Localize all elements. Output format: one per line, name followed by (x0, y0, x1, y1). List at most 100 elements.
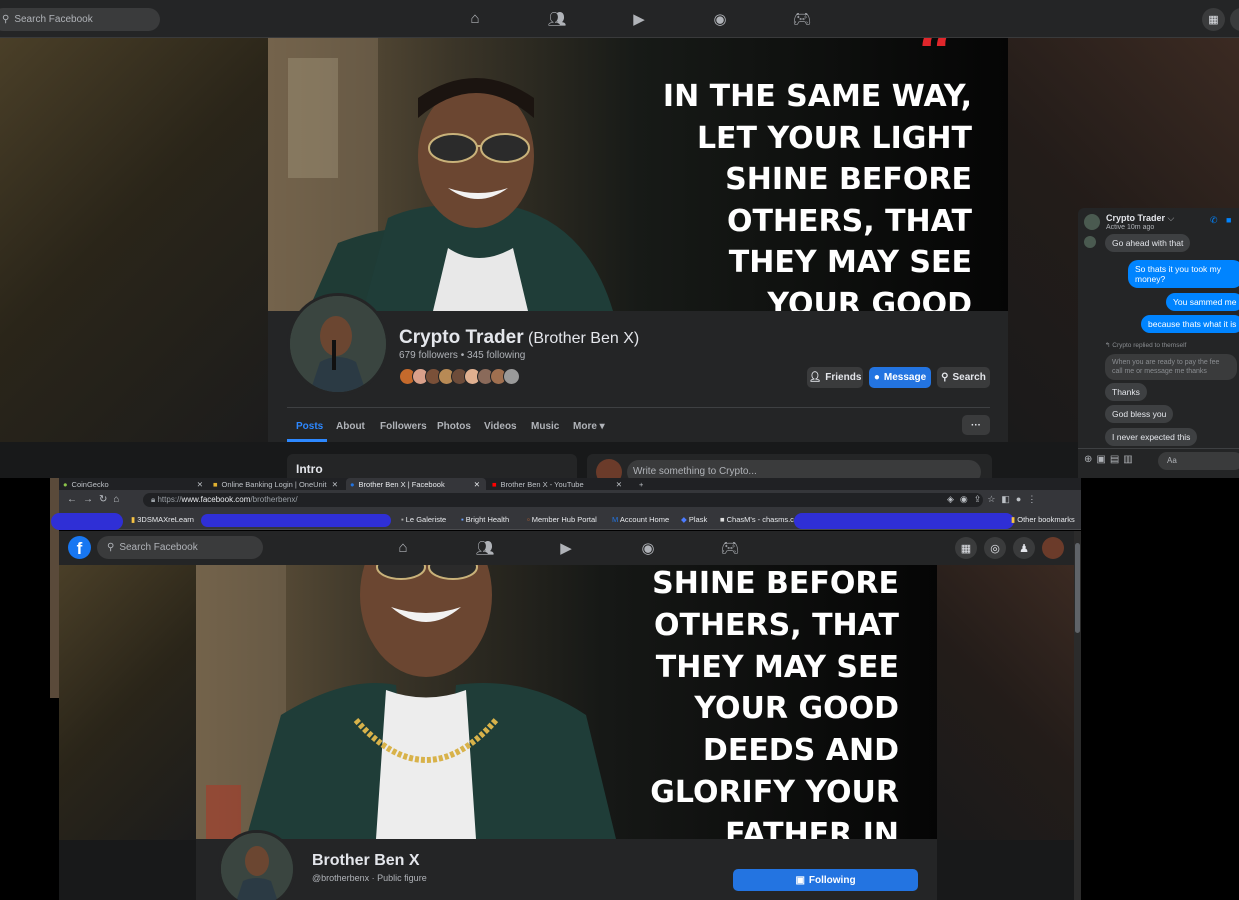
cover-photo[interactable]: “ IN THE SAME WAY, LET YOUR LIGHT SHINE … (268, 38, 1008, 311)
tab-photos[interactable]: Photos (437, 421, 471, 432)
close-icon[interactable]: ✕ (616, 480, 622, 489)
bookmark-label: ChasM's - chasms.c (726, 515, 794, 524)
tab-videos[interactable]: Videos (484, 421, 517, 432)
facebook-logo-icon[interactable]: f (68, 536, 91, 559)
chrome-icon[interactable]: ◉ (960, 494, 974, 504)
extension-icon[interactable]: ◈ (947, 494, 960, 504)
bookmark-item[interactable]: M Account Home (612, 515, 669, 524)
bookmark-item[interactable]: ■ ChasM's - chasms.c (720, 515, 794, 524)
close-icon[interactable]: ✕ (474, 480, 480, 489)
friend-avatar[interactable] (503, 368, 520, 385)
gaming-icon[interactable]: 🎮︎ (715, 539, 745, 557)
home-icon[interactable]: ⌂ (460, 10, 490, 27)
quote-line: THEY MAY SEE (655, 649, 899, 685)
chat-contact-name-text: Crypto Trader (1106, 213, 1166, 223)
bookmark-item[interactable]: ▪ Bright Health (461, 515, 509, 524)
notifications-icon[interactable]: ♟ (1013, 537, 1035, 559)
tab-music[interactable]: Music (531, 421, 559, 432)
composer-input[interactable]: Write something to Crypto... (627, 460, 981, 478)
friend-avatars[interactable] (399, 368, 520, 385)
quote-line: YOUR GOOD (694, 691, 899, 727)
address-bar[interactable]: 🔒︎ https://www.facebook.com/brotherbenx/ (143, 493, 983, 507)
groups-icon[interactable]: ◉ (705, 10, 735, 28)
tab-posts[interactable]: Posts (296, 421, 323, 432)
bookmark-item[interactable]: ▮ 3DSMAXreLearn (131, 515, 194, 524)
search-input[interactable]: Search Facebook (119, 542, 197, 553)
bookmark-item[interactable]: ▫ Member Hub Portal (527, 515, 597, 524)
kebab-menu-icon[interactable]: ⋮ (1027, 494, 1042, 504)
search-input[interactable]: Search Facebook (14, 14, 92, 25)
close-icon[interactable]: ✕ (332, 480, 338, 489)
url-host: www.facebook.com (181, 495, 251, 504)
star-icon[interactable]: ☆ (987, 494, 1001, 504)
browser-tab-active[interactable]: ● Brother Ben X | Facebook ✕ (346, 478, 486, 490)
bookmark-label: Other bookmarks (1017, 515, 1075, 524)
following-button[interactable]: ▣ Following (733, 869, 918, 891)
profile-icon[interactable]: ● (1016, 494, 1027, 504)
back-icon[interactable]: ← (67, 494, 83, 505)
tab-followers[interactable]: Followers (380, 421, 427, 432)
scrollbar[interactable] (1074, 531, 1081, 900)
message-bubble: You sammed me (1166, 293, 1239, 311)
sidebar-icon[interactable]: ◧ (1001, 494, 1016, 504)
watch-icon[interactable]: ▶ (624, 10, 654, 28)
search-bar[interactable]: ⚲ Search Facebook (0, 8, 160, 31)
profile-avatar[interactable] (218, 830, 296, 900)
home-icon[interactable]: ⌂ (113, 494, 125, 505)
facebook-navbar: ⚲ Search Facebook ⌂ 👥︎ ▶ ◉ 🎮︎ ▦ (0, 0, 1239, 38)
close-icon[interactable]: ✕ (197, 480, 203, 489)
friends-icon[interactable]: 👥︎ (542, 10, 572, 28)
share-icon[interactable]: ⇪ (974, 494, 988, 504)
chat-message-input[interactable]: Aa (1158, 452, 1239, 470)
friends-button[interactable]: 👤︎ Friends (807, 367, 863, 388)
forward-icon[interactable]: → (83, 494, 99, 505)
profile-header: Brother Ben X @brotherbenx · Public figu… (196, 830, 937, 900)
profile-name-line: Crypto Trader (Brother Ben X) (399, 327, 639, 349)
tab-more[interactable]: More ▾ (573, 421, 605, 432)
messenger-icon[interactable]: ◎ (984, 537, 1006, 559)
bookmark-item[interactable]: ▮ Other bookmarks (1011, 515, 1075, 524)
home-icon[interactable]: ⌂ (388, 539, 418, 556)
search-bar[interactable]: ⚲ Search Facebook (97, 536, 263, 559)
menu-grid-icon[interactable]: ▦ (1202, 8, 1225, 31)
friends-icon[interactable]: 👥︎ (470, 539, 500, 557)
chevron-down-icon[interactable]: ⌵ (1165, 213, 1175, 223)
chat-contact-name[interactable]: Crypto Trader ⌵ (1106, 213, 1174, 224)
browser-tab[interactable]: ■ Brother Ben X - YouTube ✕ (488, 478, 628, 490)
more-options-button[interactable]: ··· (962, 415, 990, 435)
browser-tab[interactable]: ● CoinGecko ✕ (59, 478, 209, 490)
bookmark-label: Member Hub Portal (531, 515, 597, 524)
browser-tab-label: Brother Ben X - YouTube (500, 479, 584, 489)
chat-avatar[interactable] (1084, 214, 1100, 230)
search-button-label: Search (952, 372, 986, 383)
gaming-icon[interactable]: 🎮︎ (787, 10, 817, 28)
groups-icon[interactable]: ◉ (633, 539, 663, 557)
browser-tab[interactable]: ■ Online Banking Login | OneUnit ✕ (209, 478, 344, 490)
watch-icon[interactable]: ▶ (551, 539, 581, 557)
message-bubble: because thats what it is (1141, 315, 1239, 333)
profile-page: SHINE BEFORE OTHERS, THAT THEY MAY SEE Y… (59, 565, 1074, 900)
account-avatar[interactable] (1042, 537, 1064, 559)
cover-photo[interactable]: SHINE BEFORE OTHERS, THAT THEY MAY SEE Y… (196, 565, 937, 839)
plus-circle-icon[interactable]: ⊕ (1084, 454, 1096, 465)
page-icon: ◆ (681, 515, 687, 524)
reload-icon[interactable]: ↻ (99, 494, 113, 505)
gif-icon[interactable]: ▥ (1123, 454, 1136, 465)
message-button[interactable]: ● Message (869, 367, 931, 388)
profile-avatar[interactable] (287, 293, 389, 395)
phone-icon[interactable]: ✆ (1210, 215, 1218, 226)
scrollbar-thumb[interactable] (1075, 543, 1080, 633)
bookmark-item[interactable]: ◆ Plask (681, 515, 707, 524)
sticker-icon[interactable]: ▤ (1110, 454, 1123, 465)
quote-line: IN THE SAME WAY, (662, 79, 972, 114)
follower-stats[interactable]: 679 followers • 345 following (399, 350, 525, 361)
chat-actions: ⊕▣▤▥ (1084, 454, 1137, 465)
image-icon[interactable]: ▣ (1096, 454, 1109, 465)
messenger-icon[interactable] (1230, 8, 1239, 31)
menu-grid-icon[interactable]: ▦ (955, 537, 977, 559)
video-call-icon[interactable]: ■ (1226, 215, 1231, 225)
search-profile-button[interactable]: ⚲ Search (937, 367, 990, 388)
tab-about[interactable]: About (336, 421, 365, 432)
new-tab-button[interactable]: + (635, 478, 650, 490)
bookmark-item[interactable]: ▪ Le Galeriste (401, 515, 446, 524)
